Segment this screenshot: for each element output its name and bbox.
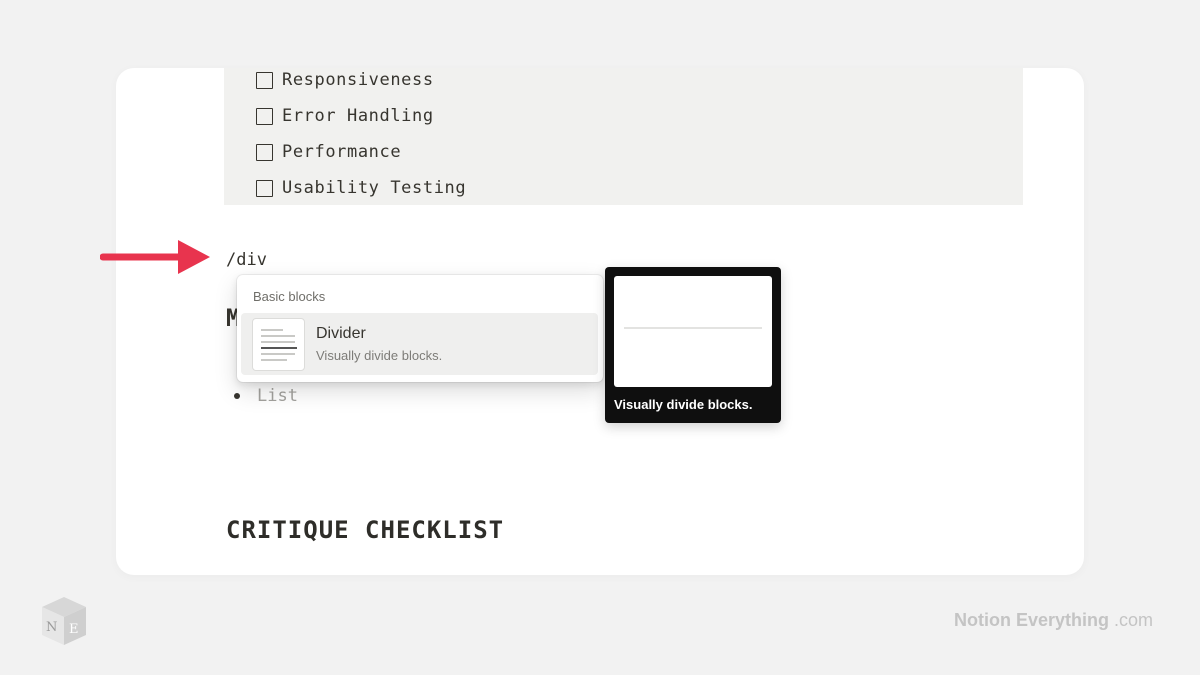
preview-canvas — [614, 276, 772, 387]
divider-thumbnail-icon — [252, 318, 305, 371]
menu-item-divider[interactable]: Divider Visually divide blocks. — [241, 313, 598, 375]
checkbox-error-handling[interactable] — [256, 107, 273, 125]
checklist-item: Performance — [256, 140, 401, 164]
notion-everything-cube-logo: N E — [42, 597, 86, 645]
bullet-icon — [234, 393, 240, 399]
checkbox-performance[interactable] — [256, 143, 273, 161]
menu-item-title: Divider — [316, 325, 366, 342]
menu-section-label: Basic blocks — [253, 289, 326, 304]
checklist-item-label: Usability Testing — [282, 178, 467, 198]
checkbox-responsiveness[interactable] — [256, 71, 273, 89]
checklist-callout: Responsiveness Error Handling Performanc… — [224, 68, 1023, 205]
svg-text:N: N — [46, 620, 57, 635]
section-heading: CRITIQUE CHECKLIST — [226, 516, 505, 544]
slash-command-text[interactable]: /div — [226, 250, 267, 270]
checklist-item: Usability Testing — [256, 176, 466, 200]
checklist-item: Error Handling — [256, 104, 434, 128]
list-placeholder: List — [257, 386, 298, 406]
brand-suffix: .com — [1114, 610, 1154, 630]
svg-text:E: E — [69, 622, 79, 637]
menu-item-description: Visually divide blocks. — [316, 348, 443, 363]
brand-watermark: Notion Everything .com — [954, 610, 1153, 631]
checklist-item: Responsiveness — [256, 68, 434, 92]
checklist-item-label: Performance — [282, 142, 402, 162]
slash-command-menu: Basic blocks Divider Visually divide blo… — [237, 275, 603, 382]
bullet-list-item[interactable]: List — [234, 386, 298, 406]
checklist-item-label: Responsiveness — [282, 70, 434, 90]
block-preview-tooltip: Visually divide blocks. — [605, 267, 781, 423]
brand-name: Notion Everything — [954, 610, 1110, 630]
red-arrow-icon — [100, 240, 210, 274]
preview-caption: Visually divide blocks. — [614, 397, 753, 412]
preview-divider-line — [624, 327, 762, 329]
checklist-item-label: Error Handling — [282, 106, 434, 126]
checkbox-usability-testing[interactable] — [256, 179, 273, 197]
